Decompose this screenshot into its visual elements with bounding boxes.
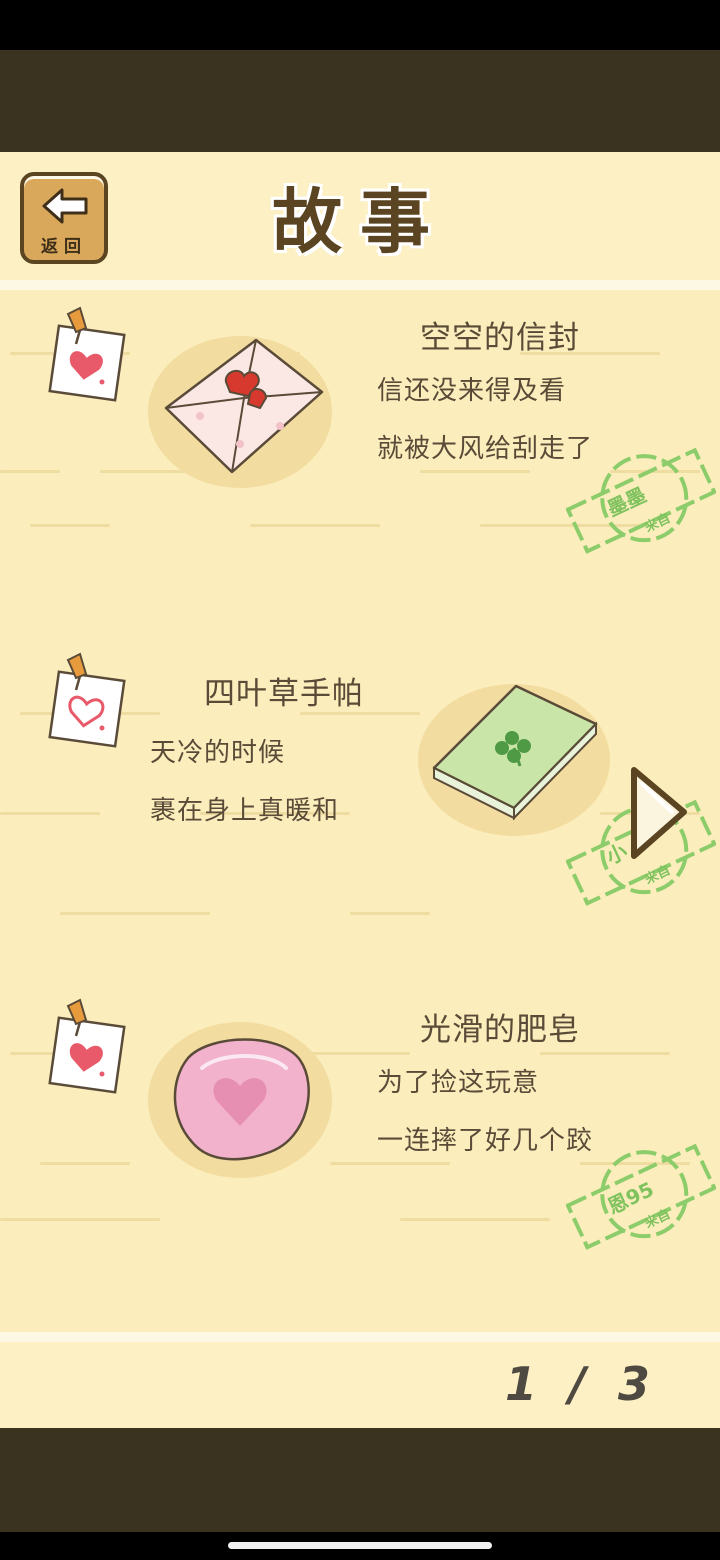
envelope-icon xyxy=(148,336,332,488)
entry-text-line: 为了捡这玩意 xyxy=(377,1068,540,1098)
entry-text-line: 裹在身上真暖和 xyxy=(150,796,340,826)
entry-text-line: 就被大风给刮走了 xyxy=(377,434,594,464)
soap-icon xyxy=(148,1022,332,1178)
home-indicator[interactable] xyxy=(228,1542,492,1549)
bottom-letterbox xyxy=(0,1428,720,1532)
heart-note-icon xyxy=(48,306,126,402)
back-label: 返回 xyxy=(41,237,87,257)
sender-stamp: 恩95 来自 xyxy=(566,1144,716,1254)
entry-text-line: 信还没来得及看 xyxy=(377,376,567,406)
story-panel: 返回 故事 空空的信封 信还没来得及看 就被大风给刮走了 墨墨 来自 四叶草手帕… xyxy=(0,152,720,1428)
entry-text-line: 天冷的时候 xyxy=(150,738,286,768)
next-page-button[interactable] xyxy=(628,764,692,864)
heart-note-outline-icon xyxy=(48,652,126,748)
status-bar xyxy=(0,0,720,50)
entry-title: 空空的信封 xyxy=(420,320,580,356)
page-current: 1 xyxy=(505,1357,546,1411)
entry-title: 四叶草手帕 xyxy=(204,676,364,712)
footer-divider xyxy=(0,1332,720,1342)
top-letterbox xyxy=(0,50,720,152)
page-indicator: 1 / 3 xyxy=(505,1357,665,1417)
wood-grain xyxy=(0,912,720,915)
page-title: 故事 xyxy=(272,181,448,263)
entry-text-line: 一连摔了好几个跤 xyxy=(377,1126,594,1156)
back-button[interactable]: 返回 xyxy=(20,172,108,264)
header-divider xyxy=(0,280,720,290)
entry-title: 光滑的肥皂 xyxy=(420,1012,580,1048)
sender-stamp: 墨墨 来自 xyxy=(566,448,716,558)
page-separator: / xyxy=(569,1357,594,1411)
page-total: 3 xyxy=(617,1357,658,1411)
arrow-left-icon xyxy=(42,188,88,224)
heart-note-icon xyxy=(48,998,126,1094)
